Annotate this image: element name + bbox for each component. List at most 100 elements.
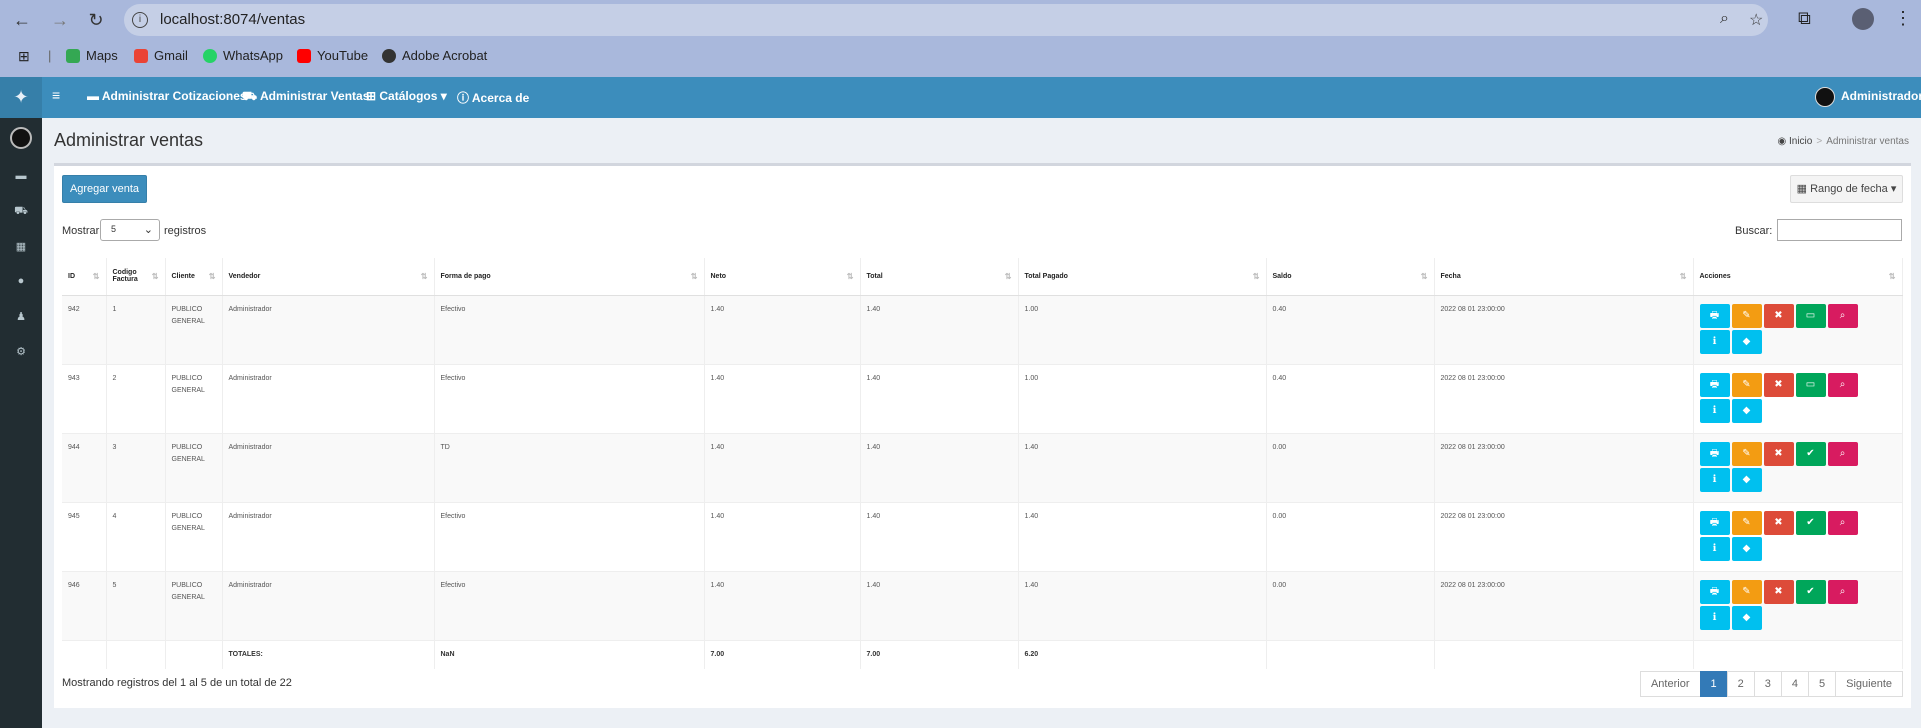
column-header[interactable]: Cliente ⇅ [165, 258, 223, 296]
print-button[interactable]: 🖶 [1699, 510, 1730, 535]
delete-button[interactable]: ✖ [1763, 372, 1794, 397]
ticket-button[interactable]: ◆ [1731, 467, 1762, 492]
bookmark-youtube[interactable]: YouTube [297, 48, 368, 63]
view-button[interactable]: ⌕ [1827, 579, 1858, 604]
pagination-page[interactable]: 3 [1753, 671, 1782, 697]
print-button[interactable]: 🖶 [1699, 303, 1730, 328]
view-button[interactable]: ⌕ [1827, 303, 1858, 328]
delete-button[interactable]: ✖ [1763, 579, 1794, 604]
help-icon[interactable]: ● [14, 275, 28, 287]
ticket-button[interactable]: ◆ [1731, 536, 1762, 561]
site-info-icon[interactable]: i [132, 12, 148, 28]
bookmark-adobe-acrobat[interactable]: Adobe Acrobat [382, 48, 487, 63]
pagination-page[interactable]: 5 [1808, 671, 1837, 697]
settings-icon[interactable]: ⚙ [14, 345, 28, 358]
nav-catalogos[interactable]: ⊞ Catálogos ▾ [366, 89, 447, 103]
extensions-icon[interactable]: ⧉ [1798, 8, 1811, 29]
users-icon[interactable]: ♟ [14, 310, 28, 323]
info-button[interactable]: ℹ [1699, 329, 1730, 354]
column-header[interactable]: Total ⇅ [860, 258, 1019, 296]
grid-icon[interactable]: ▦ [14, 240, 28, 253]
pagination-page[interactable]: 4 [1780, 671, 1809, 697]
sort-icon[interactable]: ⇅ [1005, 272, 1012, 281]
ticket-button[interactable]: ◆ [1731, 398, 1762, 423]
sort-icon[interactable]: ⇅ [152, 272, 159, 281]
pay-button[interactable]: ▭ [1795, 303, 1826, 328]
nav-acerca-de[interactable]: ⓘ Acerca de [457, 89, 529, 106]
nav-admin-cotizaciones[interactable]: ▬ Administrar Cotizaciones [87, 89, 247, 103]
delete-button[interactable]: ✖ [1763, 441, 1794, 466]
sort-icon[interactable]: ⇅ [691, 272, 698, 281]
nav-admin-ventas[interactable]: ⛟ Administrar Ventas [242, 89, 369, 105]
column-header[interactable]: Neto ⇅ [704, 258, 861, 296]
edit-button[interactable]: ✎ [1731, 510, 1762, 535]
user-avatar[interactable] [1815, 87, 1835, 107]
column-header[interactable]: Acciones ⇅ [1693, 258, 1903, 296]
cart-icon[interactable]: ⛟ [14, 205, 28, 217]
pagination-page[interactable]: 2 [1726, 671, 1755, 697]
search-input[interactable] [1777, 219, 1902, 241]
pay-button[interactable]: ▭ [1795, 372, 1826, 397]
sort-icon[interactable]: ⇅ [1253, 272, 1260, 281]
pagination-page[interactable]: 1 [1699, 671, 1728, 697]
print-button[interactable]: 🖶 [1699, 579, 1730, 604]
bookmark-gmail[interactable]: Gmail [134, 48, 188, 63]
print-button[interactable]: 🖶 [1699, 372, 1730, 397]
delete-button[interactable]: ✖ [1763, 510, 1794, 535]
back-icon[interactable]: ← [10, 8, 34, 32]
column-header[interactable]: Codigo Factura ⇅ [106, 258, 166, 296]
column-header[interactable]: Fecha ⇅ [1434, 258, 1694, 296]
quotes-icon[interactable]: ▬ [14, 170, 28, 182]
ticket-button[interactable]: ◆ [1731, 329, 1762, 354]
sort-icon[interactable]: ⇅ [847, 272, 854, 281]
delete-button[interactable]: ✖ [1763, 303, 1794, 328]
info-button[interactable]: ℹ [1699, 467, 1730, 492]
add-sale-button[interactable]: Agregar venta [62, 175, 147, 203]
view-button[interactable]: ⌕ [1827, 441, 1858, 466]
column-header[interactable]: ID ⇅ [62, 258, 107, 296]
column-header[interactable]: Saldo ⇅ [1266, 258, 1435, 296]
column-header[interactable]: Vendedor ⇅ [222, 258, 435, 296]
edit-button[interactable]: ✎ [1731, 441, 1762, 466]
menu-dots-icon[interactable]: ⋮ [1894, 8, 1912, 29]
reload-icon[interactable]: ↻ [84, 8, 108, 32]
zoom-icon[interactable]: ⌕ [1720, 10, 1729, 28]
sort-icon[interactable]: ⇅ [1680, 272, 1687, 281]
breadcrumb-home[interactable]: Inicio [1789, 136, 1812, 147]
edit-button[interactable]: ✎ [1731, 579, 1762, 604]
url-text[interactable]: localhost:8074/ventas [160, 11, 305, 28]
profile-avatar[interactable] [1852, 8, 1874, 30]
bookmark-star-icon[interactable]: ☆ [1749, 10, 1763, 30]
column-header[interactable]: Total Pagado ⇅ [1018, 258, 1267, 296]
page-length-select[interactable]: 5 ⌄ [100, 219, 160, 241]
sidebar-toggle-icon[interactable]: ≡ [52, 87, 60, 103]
info-button[interactable]: ℹ [1699, 536, 1730, 561]
view-button[interactable]: ⌕ [1827, 372, 1858, 397]
edit-button[interactable]: ✎ [1731, 372, 1762, 397]
paid-button[interactable]: ✔ [1795, 441, 1826, 466]
forward-icon[interactable]: → [48, 8, 72, 32]
pagination-next[interactable]: Siguiente [1835, 671, 1903, 697]
edit-button[interactable]: ✎ [1731, 303, 1762, 328]
info-button[interactable]: ℹ [1699, 605, 1730, 630]
address-bar[interactable]: i localhost:8074/ventas ⌕ ☆ [124, 4, 1768, 36]
bookmark-whatsapp[interactable]: WhatsApp [203, 48, 283, 63]
view-button[interactable]: ⌕ [1827, 510, 1858, 535]
apps-grid-icon[interactable]: ⊞ [18, 48, 30, 65]
bookmark-maps[interactable]: Maps [66, 48, 118, 63]
sort-icon[interactable]: ⇅ [209, 272, 216, 281]
app-logo[interactable]: ✦ [0, 77, 42, 118]
pagination-prev[interactable]: Anterior [1639, 671, 1701, 697]
ticket-button[interactable]: ◆ [1731, 605, 1762, 630]
column-header[interactable]: Forma de pago ⇅ [434, 258, 705, 296]
sort-icon[interactable]: ⇅ [1421, 272, 1428, 281]
date-range-button[interactable]: ▦ Rango de fecha ▾ [1790, 175, 1903, 203]
paid-button[interactable]: ✔ [1795, 510, 1826, 535]
sort-icon[interactable]: ⇅ [1889, 272, 1896, 281]
paid-button[interactable]: ✔ [1795, 579, 1826, 604]
user-name[interactable]: Administrador [1841, 89, 1921, 103]
sort-icon[interactable]: ⇅ [421, 272, 428, 281]
print-button[interactable]: 🖶 [1699, 441, 1730, 466]
sort-icon[interactable]: ⇅ [93, 272, 100, 281]
info-button[interactable]: ℹ [1699, 398, 1730, 423]
